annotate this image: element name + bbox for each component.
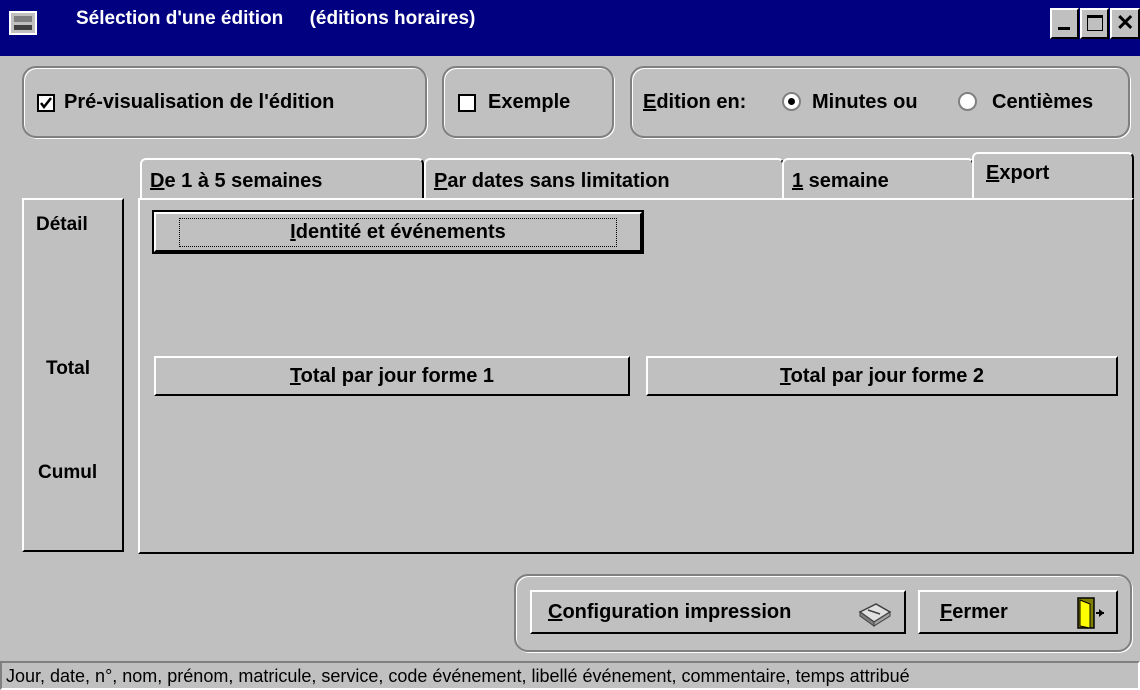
example-checkbox[interactable] bbox=[458, 94, 476, 112]
total-forme1-button[interactable]: Total par jour forme 1 bbox=[154, 356, 630, 396]
maximize-icon bbox=[1087, 15, 1103, 31]
tab-1-5-semaines[interactable]: De 1 à 5 semaines bbox=[140, 158, 424, 200]
printer-app-icon[interactable] bbox=[8, 8, 40, 40]
window-title: Sélection d'une édition (éditions horair… bbox=[76, 8, 476, 29]
minimize-icon bbox=[1058, 27, 1070, 30]
edition-label: Edition en: bbox=[643, 91, 747, 113]
tab-par-dates[interactable]: Par dates sans limitation bbox=[424, 158, 784, 200]
sidebar-total-label: Total bbox=[46, 358, 90, 379]
status-bar: Jour, date, n°, nom, prénom, matricule, … bbox=[0, 661, 1140, 690]
check-icon bbox=[40, 97, 52, 110]
centiemes-radio[interactable] bbox=[958, 92, 977, 111]
sidebar-panel: Détail Total Cumul bbox=[22, 198, 124, 552]
tab-content-panel: Identité et événements Total par jour fo… bbox=[138, 198, 1134, 554]
button-label: Fermer bbox=[940, 600, 1008, 623]
preview-group: Pré-visualisation de l'édition bbox=[22, 66, 427, 138]
edition-group: Edition en: Minutes ou Centièmes bbox=[630, 66, 1130, 138]
title-bar: Sélection d'une édition (éditions horair… bbox=[0, 0, 1140, 56]
fermer-button[interactable]: Fermer bbox=[918, 590, 1118, 634]
printer-icon bbox=[858, 603, 892, 627]
exit-door-icon bbox=[1077, 597, 1104, 629]
radio-dot-icon bbox=[788, 98, 795, 105]
button-label: Configuration impression bbox=[548, 600, 792, 623]
minutes-radio[interactable] bbox=[782, 92, 801, 111]
tab-label: 1 semaine bbox=[792, 170, 889, 192]
button-label: Total par jour forme 2 bbox=[779, 364, 985, 387]
identite-evenements-button[interactable]: Identité et événements bbox=[152, 210, 644, 254]
footer-group: Configuration impression Fermer bbox=[514, 574, 1132, 652]
tab-export[interactable]: Export bbox=[972, 152, 1134, 200]
close-window-button[interactable]: ✕ bbox=[1110, 8, 1140, 39]
tab-1-semaine[interactable]: 1 semaine bbox=[782, 158, 974, 200]
minutes-label: Minutes ou bbox=[812, 91, 918, 113]
preview-label: Pré-visualisation de l'édition bbox=[64, 91, 335, 113]
config-impression-button[interactable]: Configuration impression bbox=[530, 590, 906, 634]
centiemes-label: Centièmes bbox=[992, 91, 1094, 113]
edition-label-rest: dition en: bbox=[656, 91, 747, 113]
tab-label: De 1 à 5 semaines bbox=[150, 170, 323, 192]
tab-label: Par dates sans limitation bbox=[434, 170, 670, 192]
preview-checkbox[interactable] bbox=[37, 94, 55, 112]
button-label: Identité et événements bbox=[179, 217, 617, 247]
button-label: Total par jour forme 1 bbox=[289, 364, 495, 387]
close-icon: ✕ bbox=[1116, 10, 1135, 35]
tab-label: Export bbox=[986, 162, 1050, 184]
total-forme2-button[interactable]: Total par jour forme 2 bbox=[646, 356, 1118, 396]
example-label: Exemple bbox=[488, 91, 571, 113]
sidebar-detail-label: Détail bbox=[36, 214, 88, 235]
example-group: Exemple bbox=[442, 66, 614, 138]
maximize-button[interactable] bbox=[1080, 8, 1109, 39]
minimize-button[interactable] bbox=[1050, 8, 1079, 39]
sidebar-cumul-label: Cumul bbox=[38, 462, 98, 483]
